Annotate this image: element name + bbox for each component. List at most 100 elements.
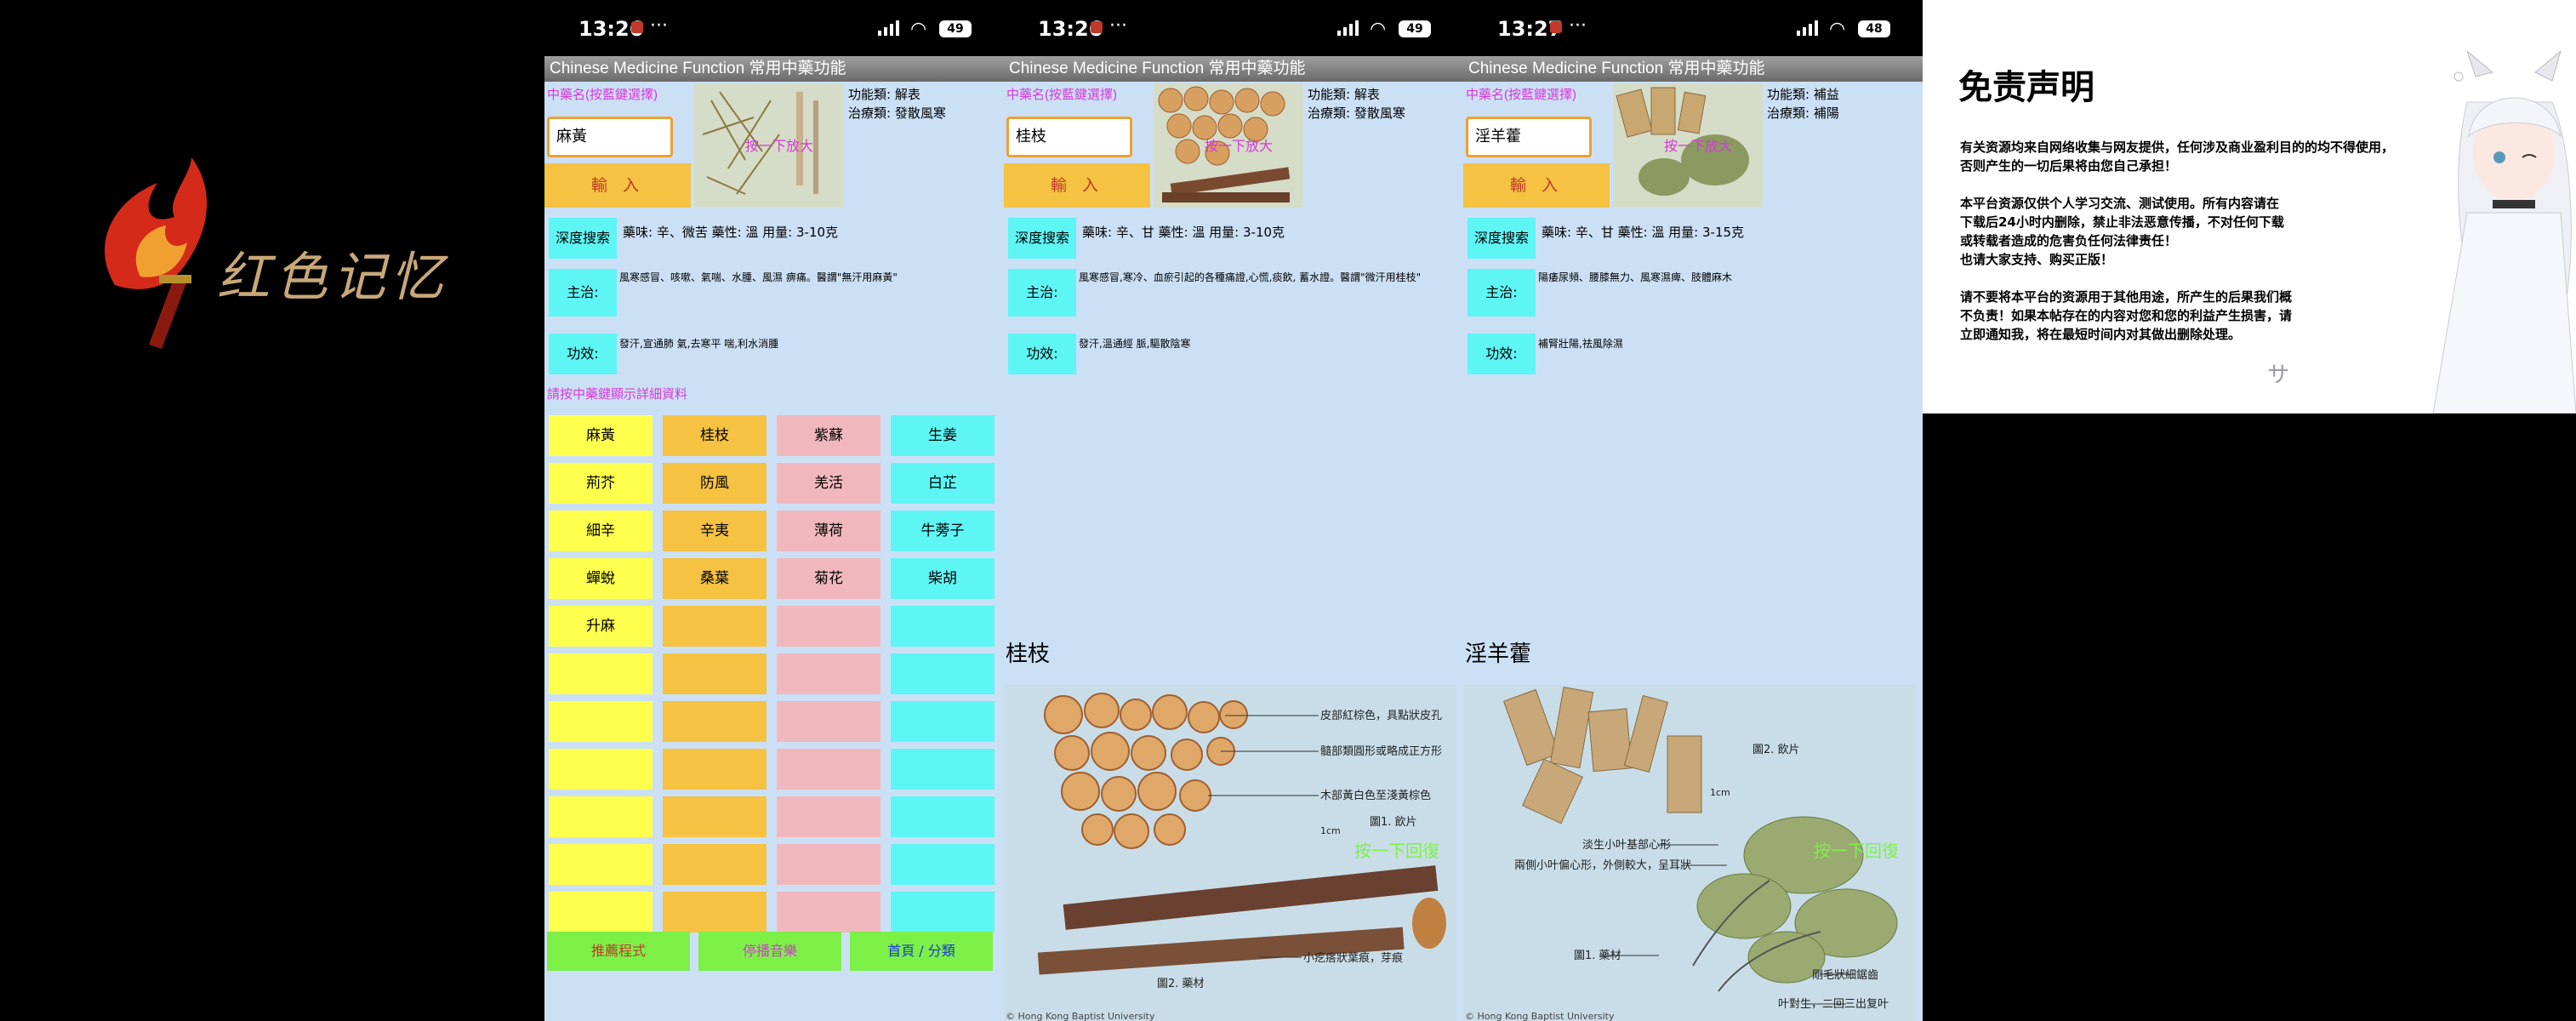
herb-name-input[interactable]: 麻黃 [547, 117, 673, 157]
herb-key-col-3-row-2[interactable]: 羌活 [777, 463, 881, 504]
fig-label-1: 圖2. 飲片 [1752, 743, 1800, 756]
treatment-type: 治療類: 發散風寒 [848, 106, 946, 121]
herb-key-col-1-row-2[interactable]: 荊芥 [549, 463, 653, 504]
fig-label-3: 木部黃白色至淺黃棕色 [1320, 789, 1431, 802]
deep-search-button[interactable]: 深度搜索 [1008, 218, 1076, 259]
herb-key-col-1-row-5[interactable]: 升麻 [549, 606, 653, 647]
battery-icon: 49 [1399, 20, 1431, 37]
detail-hint: 請按中藥鍵顯示詳細資料 [547, 387, 688, 402]
herb-key-col-4-row-8[interactable] [891, 749, 994, 790]
status-bar: 13:26 ··· ◠ 49 [544, 0, 1004, 56]
disclaimer-title: 免责声明 [1958, 68, 2094, 107]
enter-button[interactable]: 輸 入 [544, 163, 691, 208]
herb-key-col-2-row-2[interactable]: 防風 [663, 463, 767, 504]
main-treatment-label: 主治: [549, 269, 617, 317]
app-title: Chinese Medicine Function 常用中藥功能 [1004, 56, 1463, 82]
enter-button[interactable]: 輸 入 [1463, 163, 1610, 208]
herb-key-col-2-row-5[interactable] [663, 606, 767, 647]
herb-key-col-3-row-9[interactable] [777, 796, 881, 837]
herb-key-col-4-row-5[interactable] [891, 606, 994, 647]
herb-key-col-3-row-8[interactable] [777, 749, 881, 790]
herb-key-col-3-row-4[interactable]: 菊花 [777, 558, 881, 599]
fig-label-scale: 1cm [1320, 825, 1341, 836]
battery-icon: 49 [939, 20, 972, 37]
herb-key-col-1-row-10[interactable] [549, 844, 653, 885]
deep-search-button[interactable]: 深度搜索 [1468, 218, 1536, 259]
wifi-icon: ◠ [910, 19, 927, 40]
herb-key-col-1-row-6[interactable] [549, 653, 653, 694]
herb-large-image[interactable]: 皮部紅棕色，具點狀皮孔 髓部類圓形或略成正方形 木部黃白色至淺黃棕色 圖1. 飲… [1004, 685, 1456, 1021]
tap-enlarge-hint: 按一下放大 [745, 138, 814, 154]
stop-music-button[interactable]: 停播音樂 [698, 932, 841, 971]
herb-key-col-4-row-2[interactable]: 白芷 [891, 463, 994, 504]
disclaimer-line: 下载后24小时内删除，禁止非法恶意传播，不对任何下载 [1960, 214, 2284, 230]
disclaimer-paragraph-2: 本平台资源仅供个人学习交流、测试使用。所有内容请在 下载后24小时内删除，禁止非… [1960, 194, 2436, 269]
herb-key-col-1-row-1[interactable]: 麻黃 [549, 415, 653, 456]
function-type: 功能類: 解表 [1308, 87, 1380, 102]
herb-key-col-2-row-3[interactable]: 辛夷 [663, 510, 767, 551]
disclaimer-paragraph-1: 有关资源均来自网络收集与网友提供，任何涉及商业盈利目的的均不得使用， 否则产生的… [1960, 138, 2436, 175]
deep-search-button[interactable]: 深度搜索 [549, 218, 617, 259]
herb-key-col-3-row-6[interactable] [777, 653, 881, 694]
phone-screen-3: 13:27 ··· ◠ 48 Chinese Medicine Function… [1463, 0, 1923, 1021]
herb-name-input[interactable]: 淫羊藿 [1466, 117, 1592, 157]
herb-key-col-3-row-11[interactable] [777, 892, 881, 933]
herb-key-col-2-row-4[interactable]: 桑葉 [663, 558, 767, 599]
treatment-type: 治療類: 補陽 [1767, 106, 1839, 121]
herb-key-col-2-row-6[interactable] [663, 653, 767, 694]
herb-key-col-2-row-8[interactable] [663, 749, 767, 790]
herb-key-col-2-row-10[interactable] [663, 844, 767, 885]
herb-key-col-2-row-1[interactable]: 桂枝 [663, 415, 767, 456]
herb-key-col-3-row-7[interactable] [777, 701, 881, 742]
home-category-button[interactable]: 首頁 / 分類 [850, 932, 993, 971]
input-prompt: 中藥名(按藍鍵選擇) [547, 88, 658, 102]
herb-name-input[interactable]: 桂枝 [1006, 117, 1132, 157]
herb-key-col-4-row-4[interactable]: 柴胡 [891, 558, 994, 599]
herb-key-col-3-row-10[interactable] [777, 844, 881, 885]
herb-key-col-4-row-10[interactable] [891, 844, 994, 885]
notification-icon [1550, 21, 1562, 33]
recommend-app-button[interactable]: 推薦程式 [547, 932, 690, 971]
function-type: 功能類: 解表 [848, 87, 920, 102]
herb-key-col-1-row-3[interactable]: 細辛 [549, 510, 653, 551]
herb-key-col-4-row-6[interactable] [891, 653, 994, 694]
tap-restore-hint: 按一下回復 [1814, 841, 1899, 861]
herb-key-col-2-row-7[interactable] [663, 701, 767, 742]
input-prompt: 中藥名(按藍鍵選擇) [1006, 88, 1117, 102]
fig-label-2: 淡生小叶基部心形 [1582, 839, 1671, 852]
herb-key-col-4-row-7[interactable] [891, 701, 994, 742]
herb-key-col-2-row-9[interactable] [663, 796, 767, 837]
fig-label-4: 圖1. 藥材 [1574, 950, 1621, 962]
fig-label-5: 剛毛狀細鋸齒 [1812, 969, 1878, 982]
taste-info: 藥味: 辛、微苦 藥性: 溫 用量: 3-10克 [623, 225, 839, 240]
tap-restore-hint: 按一下回復 [1354, 841, 1439, 861]
fig-label-2: 髓部類圓形或略成正方形 [1320, 744, 1442, 758]
herb-key-col-2-row-11[interactable] [663, 892, 767, 933]
cinnamon-twig-photo-icon: 皮部紅棕色，具點狀皮孔 髓部類圓形或略成正方形 木部黃白色至淺黃棕色 圖1. 飲… [1004, 685, 1456, 1021]
herb-key-col-3-row-1[interactable]: 紫蘇 [777, 415, 881, 456]
herb-key-col-1-row-4[interactable]: 蟬蛻 [549, 558, 653, 599]
copyright: © Hong Kong Baptist University [1006, 1011, 1155, 1021]
copyright: © Hong Kong Baptist University [1465, 1011, 1615, 1021]
herb-large-image[interactable]: 圖2. 飲片 1cm 淡生小叶基部心形 兩側小叶偏心形，外側較大，呈耳狀 圖1.… [1463, 685, 1916, 1021]
herb-key-col-1-row-7[interactable] [549, 701, 653, 742]
herb-key-col-1-row-11[interactable] [549, 892, 653, 933]
herb-key-col-1-row-8[interactable] [549, 749, 653, 790]
herb-key-col-1-row-9[interactable] [549, 796, 653, 837]
effect-text: 發汗,溫通經 脈,驅散陰寒 [1079, 338, 1191, 350]
herb-key-col-4-row-3[interactable]: 牛蒡子 [891, 510, 994, 551]
signal-icon [1337, 20, 1359, 36]
app-title: Chinese Medicine Function 常用中藥功能 [1463, 56, 1923, 82]
herb-key-col-3-row-5[interactable] [777, 606, 881, 647]
disclaimer-paragraph-3: 请不要将本平台的资源用于其他用途，所产生的后果我们概 不负责！如果本帖存在的内容… [1960, 288, 2436, 344]
function-info: 功能類: 解表 治療類: 發散風寒 [1308, 85, 1405, 123]
status-bar: 13:27 ··· ◠ 48 [1463, 0, 1923, 56]
function-info: 功能類: 補益 治療類: 補陽 [1767, 85, 1839, 123]
herb-key-col-4-row-11[interactable] [891, 892, 994, 933]
herb-key-col-4-row-9[interactable] [891, 796, 994, 837]
enter-button[interactable]: 輸 入 [1004, 163, 1150, 208]
main-treatment-text: 風寒感冒,寒冷、血瘀引起的各種痛證,心慌,痰飲, 蓄水證。醫謂"微汗用桂枝" [1079, 271, 1422, 283]
herb-key-col-4-row-1[interactable]: 生姜 [891, 415, 994, 456]
main-treatment-label: 主治: [1468, 269, 1536, 317]
herb-key-col-3-row-3[interactable]: 薄荷 [777, 510, 881, 551]
